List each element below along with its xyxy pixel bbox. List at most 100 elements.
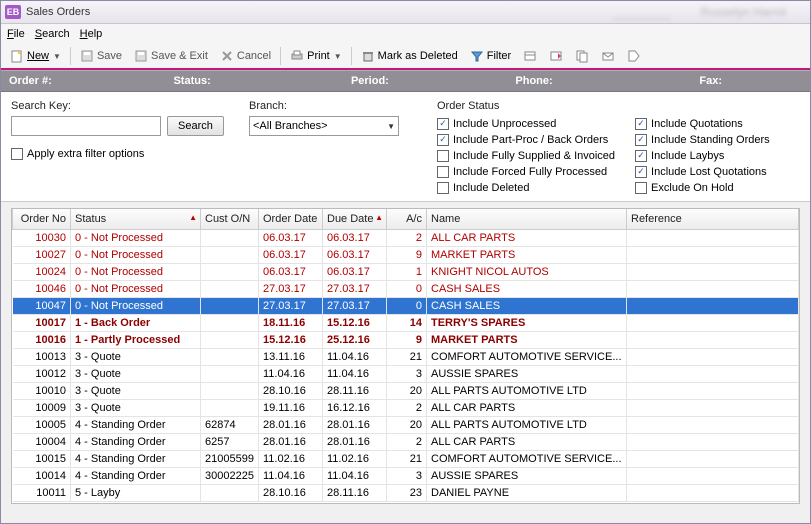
toolbar-misc-4[interactable]	[596, 47, 620, 65]
toolbar: New ▼ Save Save & Exit Cancel Print ▼ Ma…	[1, 44, 810, 70]
checkbox[interactable]: ✓	[635, 118, 647, 130]
col-orderdate[interactable]: Order Date	[259, 209, 323, 229]
filter-button[interactable]: Filter	[465, 47, 516, 65]
new-button[interactable]: New ▼	[5, 47, 66, 65]
title-bar: EB Sales Orders ________ Russelyn Harrol	[1, 1, 810, 24]
toolbar-misc-3[interactable]	[570, 47, 594, 65]
checkbox-label: Include Deleted	[453, 182, 529, 194]
checkbox-label: Include Part-Proc / Back Orders	[453, 134, 608, 146]
branch-value: <All Branches>	[253, 120, 328, 132]
sort-indicator-icon: ▲	[375, 213, 383, 222]
orders-grid[interactable]: Order No Status▲ Cust O/N Order Date Due…	[11, 208, 800, 504]
app-icon: EB	[5, 5, 21, 19]
mail-icon	[601, 49, 615, 63]
table-row[interactable]: 100240 - Not Processed06.03.1706.03.171K…	[13, 263, 799, 280]
search-button[interactable]: Search	[167, 116, 224, 136]
order-status-label: Order Status	[437, 100, 800, 112]
col-duedate[interactable]: Due Date▲	[323, 209, 387, 229]
order-status-option[interactable]: ✓Include Quotations	[635, 116, 770, 131]
cancel-icon	[220, 49, 234, 63]
chevron-down-icon: ▼	[387, 122, 395, 131]
window-title: Sales Orders	[26, 6, 90, 18]
col-status[interactable]: Status▲	[71, 209, 201, 229]
order-status-option[interactable]: Include Deleted	[437, 180, 615, 195]
checkbox[interactable]	[437, 182, 449, 194]
order-status-option[interactable]: ✓ Include Laybys	[635, 148, 770, 163]
col-name[interactable]: Name	[427, 209, 627, 229]
filter-icon	[470, 49, 484, 63]
filter-area: Search Key: Search Apply extra filter op…	[1, 92, 810, 202]
checkbox[interactable]: ✓	[437, 134, 449, 146]
col-orderno[interactable]: Order No	[13, 209, 71, 229]
toolbar-misc-1[interactable]	[518, 47, 542, 65]
copy-icon	[575, 49, 589, 63]
save-button[interactable]: Save	[75, 47, 127, 65]
order-status-option[interactable]: ✓Include Lost Quotations	[635, 164, 770, 179]
col-ac[interactable]: A/c	[387, 209, 427, 229]
table-row[interactable]: 100161 - Partly Processed15.12.1625.12.1…	[13, 331, 799, 348]
chevron-down-icon: ▼	[334, 52, 342, 61]
checkbox[interactable]: ✓	[635, 166, 647, 178]
checkbox[interactable]	[437, 150, 449, 162]
table-row[interactable]: 100270 - Not Processed06.03.1706.03.179M…	[13, 246, 799, 263]
table-row[interactable]: 100123 - Quote11.04.1611.04.163AUSSIE SP…	[13, 365, 799, 382]
menu-help[interactable]: Help	[80, 28, 103, 40]
order-status-option[interactable]: Include Fully Supplied & Invoiced	[437, 148, 615, 163]
table-row[interactable]: 100044 - Standing Order625728.01.1628.01…	[13, 433, 799, 450]
menu-search[interactable]: Search	[35, 28, 70, 40]
order-status-option[interactable]: ✓ Include Standing Orders	[635, 132, 770, 147]
table-row[interactable]: 100470 - Not Processed27.03.1727.03.170C…	[13, 297, 799, 314]
menu-bar: File Search Help	[1, 24, 810, 44]
extra-filter-label: Apply extra filter options	[27, 148, 144, 160]
tag-icon	[627, 49, 641, 63]
checkbox[interactable]: ✓	[635, 150, 647, 162]
search-input[interactable]	[11, 116, 161, 136]
checkbox[interactable]	[437, 166, 449, 178]
trash-icon	[361, 49, 375, 63]
table-row[interactable]: 100054 - Standing Order6287428.01.1628.0…	[13, 416, 799, 433]
save-exit-button[interactable]: Save & Exit	[129, 47, 213, 65]
table-row[interactable]: 100171 - Back Order18.11.1615.12.1614TER…	[13, 314, 799, 331]
checkbox[interactable]: ✓	[437, 118, 449, 130]
checkbox-label: Include Standing Orders	[651, 134, 770, 146]
mark-deleted-button[interactable]: Mark as Deleted	[356, 47, 463, 65]
export-icon	[549, 49, 563, 63]
col-reference[interactable]: Reference	[627, 209, 799, 229]
table-row[interactable]: 100093 - Quote19.11.1616.12.162ALL CAR P…	[13, 399, 799, 416]
table-row[interactable]: 100103 - Quote28.10.1628.11.1620ALL PART…	[13, 382, 799, 399]
cancel-button[interactable]: Cancel	[215, 47, 276, 65]
sort-indicator-icon: ▲	[189, 213, 197, 222]
checkbox[interactable]	[635, 182, 647, 194]
grid-header-row: Order No Status▲ Cust O/N Order Date Due…	[13, 209, 799, 229]
blurred-text-1: ________	[613, 5, 671, 20]
order-status-option[interactable]: Exclude On Hold	[635, 180, 770, 195]
checkbox[interactable]: ✓	[635, 134, 647, 146]
print-button[interactable]: Print ▼	[285, 47, 347, 65]
checkbox-label: Exclude On Hold	[651, 182, 734, 194]
infobar-order: Order #:	[9, 75, 93, 87]
table-row[interactable]: 100144 - Standing Order3000222511.04.161…	[13, 467, 799, 484]
menu-file[interactable]: File	[7, 28, 25, 40]
chevron-down-icon: ▼	[53, 52, 61, 61]
table-row[interactable]: 100115 - Layby28.10.1628.11.1623DANIEL P…	[13, 484, 799, 501]
toolbar-misc-2[interactable]	[544, 47, 568, 65]
table-row[interactable]: 100300 - Not Processed06.03.1706.03.172A…	[13, 229, 799, 246]
checkbox-label: Include Laybys	[651, 150, 724, 162]
save-icon	[80, 49, 94, 63]
order-status-option[interactable]: ✓ Include Part-Proc / Back Orders	[437, 132, 615, 147]
infobar-fax: Fax:	[699, 75, 722, 87]
col-custon[interactable]: Cust O/N	[201, 209, 259, 229]
toolbar-misc-5[interactable]	[622, 47, 646, 65]
save-exit-icon	[134, 49, 148, 63]
new-icon	[10, 49, 24, 63]
order-status-option[interactable]: Include Forced Fully Processed	[437, 164, 615, 179]
table-row[interactable]: 100154 - Standing Order2100559911.02.161…	[13, 450, 799, 467]
table-row[interactable]: 100133 - Quote13.11.1611.04.1621COMFORT …	[13, 348, 799, 365]
order-status-option[interactable]: ✓Include Unprocessed	[437, 116, 615, 131]
searchkey-label: Search Key:	[11, 100, 231, 112]
checkbox-label: Include Fully Supplied & Invoiced	[453, 150, 615, 162]
extra-filter-checkbox[interactable]	[11, 148, 23, 160]
table-row[interactable]: 100460 - Not Processed27.03.1727.03.170C…	[13, 280, 799, 297]
branch-combo[interactable]: <All Branches> ▼	[249, 116, 399, 136]
print-icon	[290, 49, 304, 63]
